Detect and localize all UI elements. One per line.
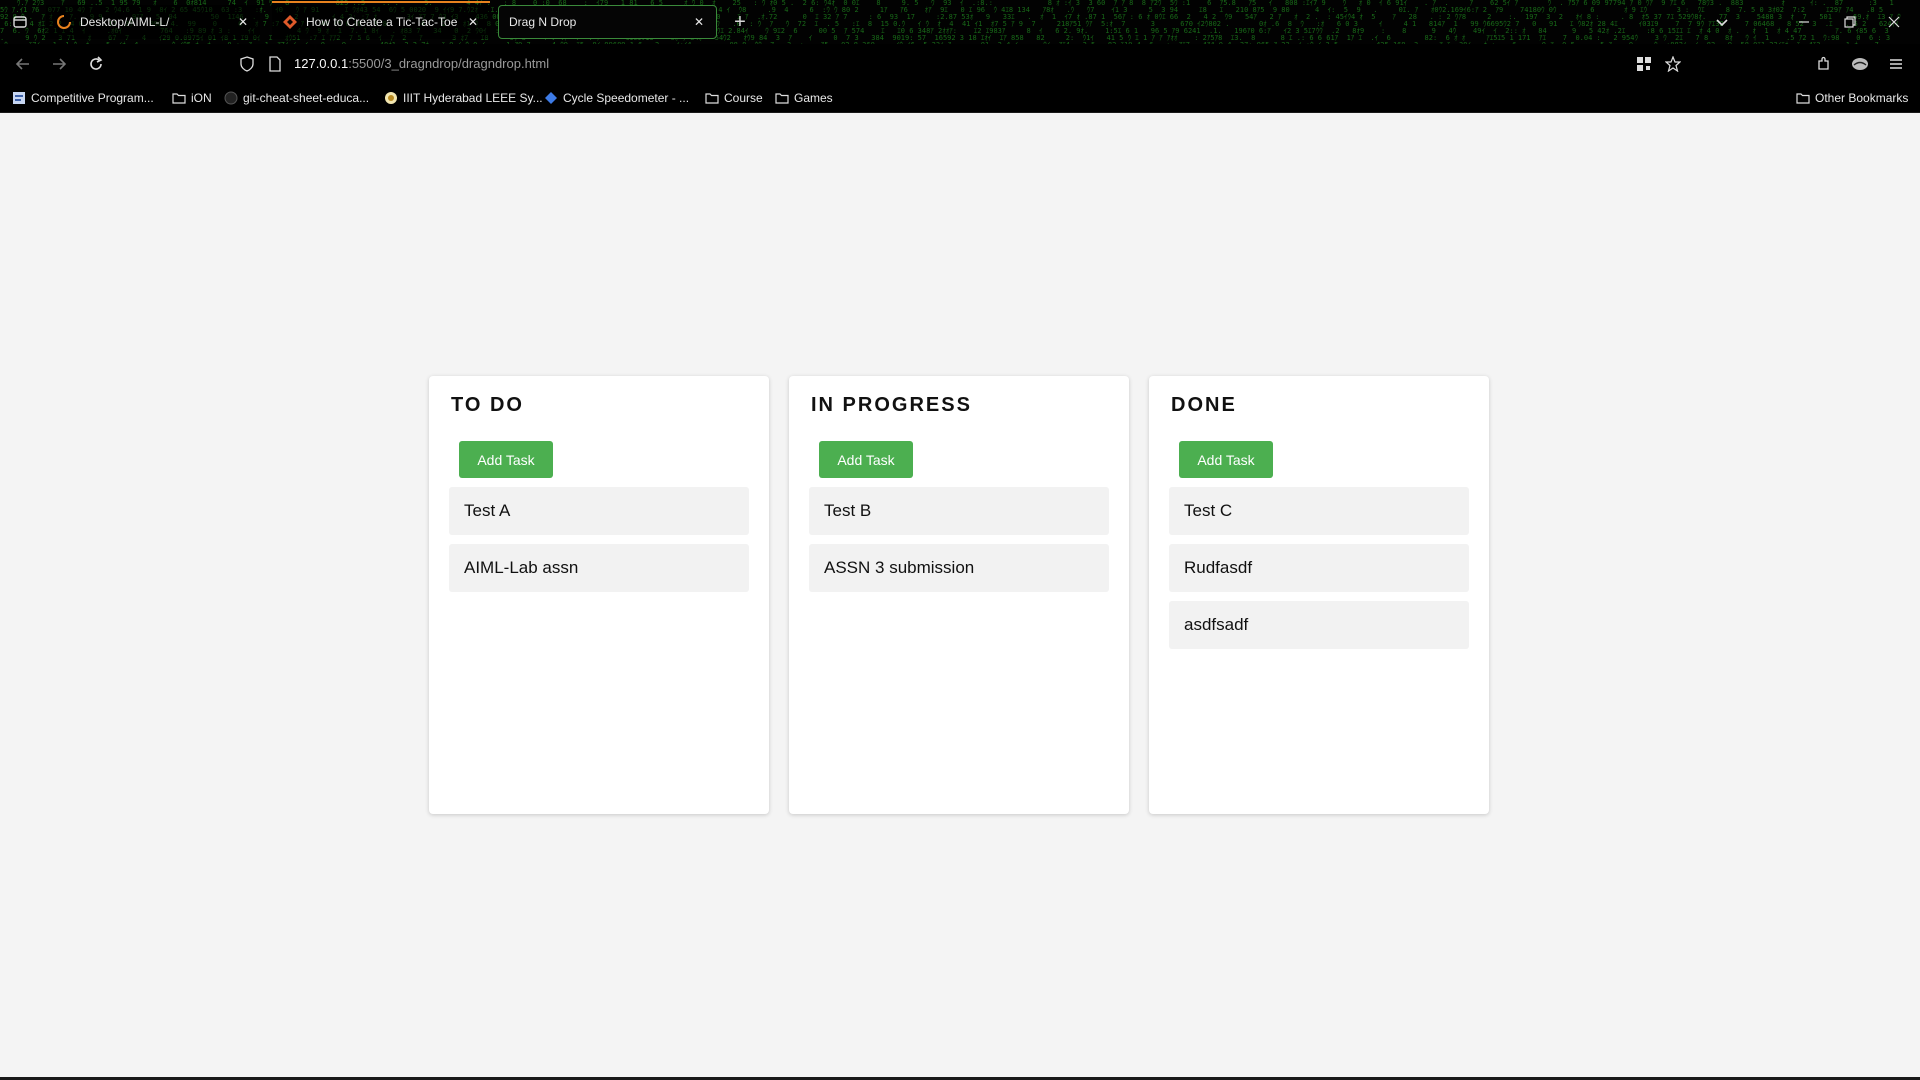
- page-icon: [268, 56, 282, 72]
- bookmarks-bar: Competitive Program... iON git-cheat-she…: [0, 84, 1920, 113]
- close-icon[interactable]: ✕: [466, 15, 480, 29]
- other-bookmarks-label: Other Bookmarks: [1815, 91, 1908, 105]
- back-button[interactable]: [9, 50, 37, 78]
- task-card[interactable]: Test C: [1169, 487, 1469, 535]
- back-arrow-icon: [15, 56, 31, 72]
- bookmark-games[interactable]: Games: [775, 90, 833, 106]
- reload-icon: [88, 56, 104, 72]
- tab-bar: ｳ.ｱ 2ｳ3 ｱ 69 ..5 1 95 79 ｵ 6 0ｵ814 74 ｲ …: [0, 0, 1920, 44]
- url-host: 127.0.0.1: [294, 56, 348, 71]
- close-icon[interactable]: ✕: [236, 15, 250, 29]
- task-card[interactable]: AIML-Lab assn: [449, 544, 749, 592]
- add-task-button[interactable]: Add Task: [1179, 441, 1273, 478]
- folder-icon: [705, 91, 719, 105]
- bookmark-star-button[interactable]: [1659, 50, 1687, 78]
- task-card[interactable]: Test B: [809, 487, 1109, 535]
- task-list: Test A AIML-Lab assn: [449, 487, 749, 592]
- column-title: IN PROGRESS: [811, 394, 1109, 416]
- task-card[interactable]: ASSN 3 submission: [809, 544, 1109, 592]
- bookmark-ion[interactable]: iON: [172, 90, 212, 106]
- bookmark-label: Competitive Program...: [31, 91, 154, 105]
- github-icon: [224, 91, 238, 105]
- add-task-button[interactable]: Add Task: [819, 441, 913, 478]
- tab-tic-tac-toe[interactable]: How to Create a Tic-Tac-Toe G ✕: [272, 5, 490, 39]
- chevron-down-icon: [1715, 15, 1729, 29]
- puzzle-icon: [1816, 56, 1832, 72]
- menu-button[interactable]: [1882, 50, 1910, 78]
- reload-button[interactable]: [82, 50, 110, 78]
- restore-button[interactable]: [1836, 8, 1864, 36]
- qr-code-icon: [1636, 56, 1652, 72]
- bookmark-iiit-hyderabad[interactable]: IIIT Hyderabad LEEE Sy...: [384, 90, 543, 106]
- shield-icon: [239, 56, 255, 72]
- tab-list-icon: [12, 14, 28, 30]
- star-icon: [1665, 56, 1681, 72]
- hamburger-menu-icon: [1889, 57, 1903, 71]
- tab-list-button[interactable]: [6, 8, 34, 36]
- column-in-progress[interactable]: IN PROGRESS Add Task Test B ASSN 3 submi…: [789, 376, 1129, 814]
- add-task-button[interactable]: Add Task: [459, 441, 553, 478]
- tab-title: Desktop/AIML-L/: [80, 15, 230, 29]
- other-bookmarks[interactable]: Other Bookmarks: [1796, 90, 1908, 106]
- bookmark-label: Games: [794, 91, 833, 105]
- minimize-button[interactable]: [1790, 8, 1818, 36]
- column-title: DONE: [1171, 394, 1469, 416]
- folder-icon: [775, 91, 789, 105]
- bookmark-label: git-cheat-sheet-educa...: [243, 91, 369, 105]
- page-info-button[interactable]: [261, 50, 289, 78]
- site-icon: [384, 91, 398, 105]
- qr-code-button[interactable]: [1630, 50, 1658, 78]
- close-icon: [1887, 15, 1901, 29]
- list-all-tabs-button[interactable]: [1708, 8, 1736, 36]
- tab-desktop[interactable]: Desktop/AIML-L/ ✕: [46, 5, 260, 39]
- tab-title: How to Create a Tic-Tac-Toe G: [306, 15, 460, 29]
- tab-drag-n-drop[interactable]: Drag N Drop ✕: [498, 5, 717, 39]
- task-card[interactable]: Rudfasdf: [1169, 544, 1469, 592]
- column-title: TO DO: [451, 394, 749, 416]
- plus-icon: +: [734, 11, 746, 34]
- bookmark-git-cheat-sheet[interactable]: git-cheat-sheet-educa...: [224, 90, 369, 106]
- profile-icon: [1851, 56, 1869, 72]
- forward-arrow-icon: [51, 56, 67, 72]
- minimize-icon: [1797, 15, 1811, 29]
- bookmark-label: Course: [724, 91, 763, 105]
- extensions-button[interactable]: [1810, 50, 1838, 78]
- loading-spinner-icon: [56, 14, 72, 30]
- column-done[interactable]: DONE Add Task Test C Rudfasdf asdfsadf: [1149, 376, 1489, 814]
- geeksforgeeks-icon: [282, 14, 298, 30]
- bookmark-cycle-speedometer[interactable]: Cycle Speedometer - ...: [544, 90, 689, 106]
- navigation-bar: 127.0.0.1:5500/3_dragndrop/dragndrop.htm…: [0, 44, 1920, 84]
- column-todo[interactable]: TO DO Add Task Test A AIML-Lab assn: [429, 376, 769, 814]
- bookmark-label: iON: [191, 91, 212, 105]
- tab-loading-bar: [272, 1, 490, 3]
- folder-icon: [172, 91, 186, 105]
- url-path: :5500/3_dragndrop/dragndrop.html: [348, 56, 549, 71]
- address-bar[interactable]: 127.0.0.1:5500/3_dragndrop/dragndrop.htm…: [294, 56, 549, 71]
- bookmark-course[interactable]: Course: [705, 90, 763, 106]
- restore-icon: [1843, 15, 1857, 29]
- bookmark-label: Cycle Speedometer - ...: [563, 91, 689, 105]
- forward-button[interactable]: [45, 50, 73, 78]
- account-button[interactable]: [1846, 50, 1874, 78]
- task-card[interactable]: asdfsadf: [1169, 601, 1469, 649]
- new-tab-button[interactable]: +: [726, 8, 754, 36]
- tab-title: Drag N Drop: [509, 15, 686, 29]
- task-list: Test B ASSN 3 submission: [809, 487, 1109, 592]
- bookmark-competitive-programming[interactable]: Competitive Program...: [12, 90, 154, 106]
- site-icon: [12, 91, 26, 105]
- bookmark-label: IIIT Hyderabad LEEE Sy...: [403, 91, 543, 105]
- close-icon[interactable]: ✕: [692, 15, 706, 29]
- kanban-board: TO DO Add Task Test A AIML-Lab assn IN P…: [429, 376, 1489, 814]
- diamond-icon: [544, 91, 558, 105]
- close-window-button[interactable]: [1880, 8, 1908, 36]
- task-card[interactable]: Test A: [449, 487, 749, 535]
- tracking-protection-button[interactable]: [233, 50, 261, 78]
- folder-icon: [1796, 91, 1810, 105]
- task-list: Test C Rudfasdf asdfsadf: [1169, 487, 1469, 649]
